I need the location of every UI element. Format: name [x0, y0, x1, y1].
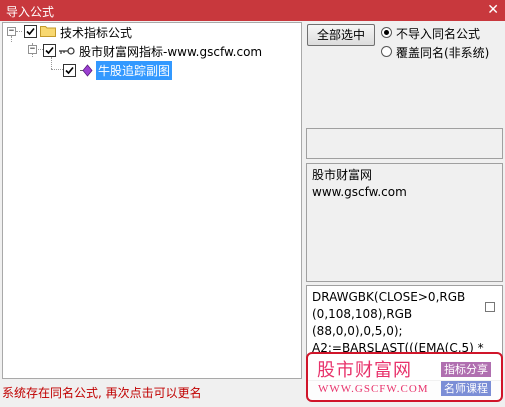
- collapse-toggle-icon[interactable]: −: [7, 27, 16, 36]
- code-view-checkbox[interactable]: [485, 302, 495, 312]
- code-line: (0,108,108),RGB: [312, 307, 413, 321]
- radio-no-import-label: 不导入同名公式: [396, 27, 481, 41]
- formula-description: 股市财富网 www.gscfw.com: [306, 163, 503, 282]
- key-icon: [59, 47, 75, 55]
- close-icon[interactable]: ✕: [487, 1, 499, 19]
- blank-field: [306, 128, 503, 159]
- checkmark-icon: [26, 27, 35, 36]
- tree-item-root[interactable]: − 技术指标公式: [3, 23, 301, 41]
- title-bar: 导入公式 ✕: [0, 0, 505, 21]
- watermark-brand: 股市财富网: [317, 360, 412, 381]
- code-line: (88,0,0),0,5,0);: [312, 324, 403, 338]
- formula-checkbox[interactable]: [63, 64, 76, 77]
- formula-icon: [80, 64, 93, 77]
- source-checkbox[interactable]: [43, 44, 56, 57]
- description-line: 股市财富网: [312, 168, 373, 182]
- window-title: 导入公式: [6, 5, 55, 19]
- description-line: www.gscfw.com: [312, 185, 407, 199]
- watermark-tag: 指标分享: [441, 362, 491, 377]
- status-message: 系统存在同名公式, 再次点击可以更名: [2, 386, 202, 400]
- checkmark-icon: [65, 66, 74, 75]
- tree-item-source[interactable]: − 股市财富网指标-www.gscfw.com: [3, 42, 301, 60]
- watermark-tag: 名师课程: [441, 381, 491, 396]
- checkmark-icon: [45, 46, 54, 55]
- radio-overwrite-dot[interactable]: [381, 46, 392, 57]
- root-checkbox[interactable]: [24, 25, 37, 38]
- tree-item-label: 牛股追踪副图: [96, 61, 173, 80]
- tree-item-label: 股市财富网指标-www.gscfw.com: [79, 45, 263, 59]
- radio-overwrite-label: 覆盖同名(非系统): [396, 46, 490, 60]
- tree-item-label: 技术指标公式: [60, 26, 133, 40]
- select-all-button[interactable]: 全部选中: [307, 24, 375, 46]
- formula-tree[interactable]: − 技术指标公式 − 股市财富网指标-www.gscfw.com 牛股追踪副图: [2, 22, 302, 379]
- watermark-url: WWW.GSCFW.COM: [318, 383, 429, 395]
- tree-item-formula[interactable]: 牛股追踪副图: [3, 61, 301, 80]
- collapse-toggle-icon[interactable]: −: [28, 45, 37, 54]
- radio-no-import-dot[interactable]: [381, 27, 392, 38]
- watermark-logo: 股市财富网 WWW.GSCFW.COM 指标分享 名师课程: [306, 352, 503, 402]
- folder-icon: [40, 26, 56, 37]
- code-line: DRAWGBK(CLOSE>0,RGB: [312, 290, 466, 304]
